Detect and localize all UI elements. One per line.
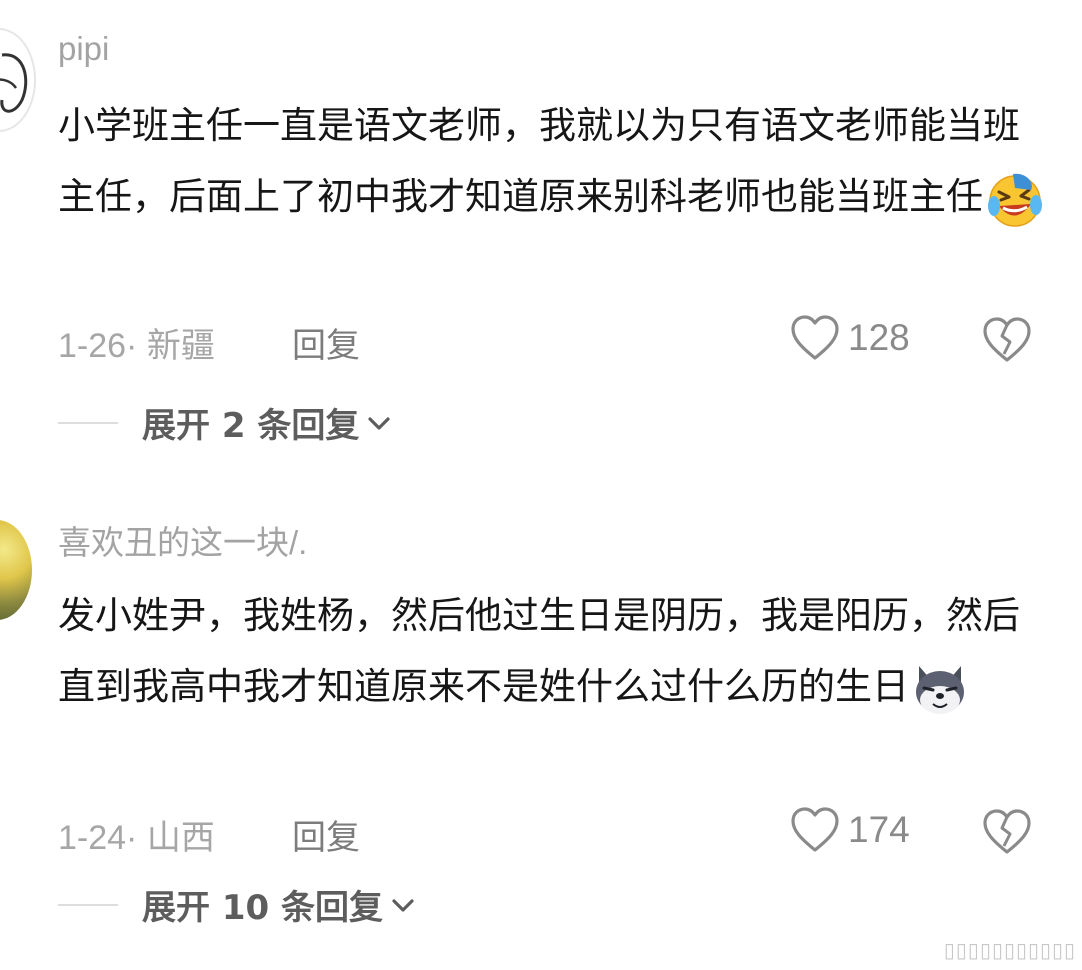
comment-text: 发小姓尹，我姓杨，然后他过生日是阴历，我是阳历，然后直到我高中我才知道原来不是姓… bbox=[58, 580, 1048, 722]
chevron-down-icon bbox=[392, 898, 414, 912]
expand-replies-label: 展开 2 条回复 bbox=[142, 406, 360, 446]
watermark: ▯▯▯▯▯▯▯▯▯▯▯ bbox=[943, 938, 1076, 962]
laughing-crying-emoji-icon bbox=[985, 170, 1043, 228]
heart-icon bbox=[791, 315, 839, 360]
like-button[interactable]: 174 bbox=[790, 806, 910, 854]
comment-meta: 1-26· 新疆 bbox=[58, 327, 215, 365]
divider-line bbox=[58, 421, 118, 424]
dislike-button[interactable] bbox=[982, 808, 1032, 856]
comment-item: 喜欢丑的这一块/. 发小姓尹，我姓杨，然后他过生日是阴历，我是阳历，然后直到我高… bbox=[0, 490, 1082, 970]
like-button[interactable]: 128 bbox=[790, 314, 910, 362]
heart-icon bbox=[791, 807, 839, 852]
comment-body: 小学班主任一直是语文老师，我就以为只有语文老师能当班主任，后面上了初中我才知道原… bbox=[58, 104, 1020, 218]
dislike-button[interactable] bbox=[982, 316, 1032, 364]
reply-button[interactable]: 回复 bbox=[292, 318, 360, 367]
reply-button[interactable]: 回复 bbox=[292, 810, 360, 859]
comment-body: 发小姓尹，我姓杨，然后他过生日是阴历，我是阳历，然后直到我高中我才知道原来不是姓… bbox=[58, 594, 1020, 708]
comment-item: pipi 小学班主任一直是语文老师，我就以为只有语文老师能当班主任，后面上了初中… bbox=[0, 0, 1082, 460]
broken-heart-icon bbox=[983, 809, 1031, 854]
chevron-down-icon bbox=[368, 416, 390, 430]
like-count: 174 bbox=[848, 809, 910, 850]
expand-replies-label: 展开 10 条回复 bbox=[142, 888, 383, 928]
comment-text: 小学班主任一直是语文老师，我就以为只有语文老师能当班主任，后面上了初中我才知道原… bbox=[58, 90, 1048, 232]
comment-username[interactable]: 喜欢丑的这一块/. bbox=[58, 516, 307, 564]
comment-meta: 1-24· 山西 bbox=[58, 819, 215, 857]
broken-heart-icon bbox=[983, 317, 1031, 362]
expand-replies-button[interactable]: 展开 2 条回复 bbox=[58, 398, 393, 447]
like-count: 128 bbox=[848, 317, 910, 358]
comment-username[interactable]: pipi bbox=[58, 30, 109, 68]
avatar[interactable] bbox=[0, 28, 36, 132]
divider-line bbox=[58, 903, 118, 906]
expand-replies-button[interactable]: 展开 10 条回复 bbox=[58, 880, 417, 929]
avatar[interactable] bbox=[0, 520, 32, 620]
husky-dog-emoji-icon bbox=[911, 660, 969, 718]
